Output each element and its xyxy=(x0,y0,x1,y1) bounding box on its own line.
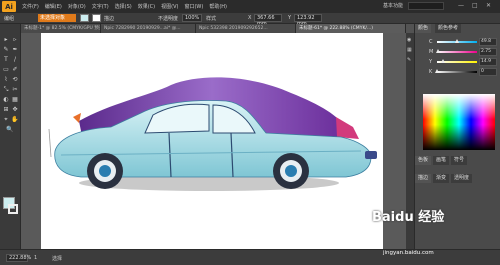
app-logo: Ai xyxy=(2,1,16,12)
opacity-label: 不透明度 xyxy=(158,16,179,22)
selection-type-label: 编组 xyxy=(4,16,15,22)
eyedropper-tool-icon[interactable]: ⌖ xyxy=(2,116,10,124)
canvas-area[interactable] xyxy=(21,33,406,249)
symbol-tool-icon[interactable]: ✥ xyxy=(11,106,19,114)
yellow-value-field[interactable]: 14.9 xyxy=(479,58,497,66)
magic-wand-tool-icon[interactable]: ✎ xyxy=(2,46,10,54)
workspace-switcher[interactable]: 基本功能 xyxy=(383,2,403,9)
type-tool-icon[interactable]: T xyxy=(2,56,10,64)
selection-tool-icon[interactable]: ▸ xyxy=(2,36,10,44)
menu-file[interactable]: 文件(F) xyxy=(22,3,39,10)
rectangle-tool-icon[interactable]: ▭ xyxy=(2,66,10,74)
tab-doc-3[interactable]: Npic 532398 201909292652... xyxy=(196,24,296,33)
rear-bumper xyxy=(365,151,377,159)
tools-panel: ▸ ▹ ✎ ✒ T / ▭ ✐ ⌇ ⟲ ⤡ ✂ ◐ ▦ ⊞ ✥ ⌖ ✋ 🔍 xyxy=(0,24,21,249)
baidu-paw-icon xyxy=(352,205,370,223)
scale-tool-icon[interactable]: ⤡ xyxy=(2,86,10,94)
tab-doc-2[interactable]: Npic 7282990 20190929...ai* @... xyxy=(101,24,196,33)
brush-tool-icon[interactable]: ⌇ xyxy=(2,76,10,84)
document-tabs: 未标题-1* @ 82.5% (CMYK/GPU 预览) Npic 728299… xyxy=(21,24,406,33)
slider-thumb-cyan[interactable] xyxy=(455,39,459,43)
tab-doc-active[interactable]: 未标题-61* @ 222.88% (CMYK/...) xyxy=(296,24,406,33)
color-spectrum[interactable] xyxy=(423,94,495,150)
illustrator-window: Ai 文件(F) 编辑(E) 对象(O) 文字(T) 选择(S) 效果(C) 视… xyxy=(0,0,500,265)
line-tool-icon[interactable]: / xyxy=(11,56,19,64)
direct-selection-tool-icon[interactable]: ▹ xyxy=(11,36,19,44)
car-illustration[interactable] xyxy=(41,33,383,249)
menu-edit[interactable]: 编辑(E) xyxy=(45,3,62,10)
shape-builder-tool-icon[interactable]: ◐ xyxy=(2,96,10,104)
current-tool-name: 选择 xyxy=(52,256,63,262)
y-field[interactable]: 123.92 mm xyxy=(294,14,322,27)
menu-effect[interactable]: 效果(C) xyxy=(138,3,155,10)
menu-view[interactable]: 视图(V) xyxy=(161,3,178,10)
stroke-label: 描边 xyxy=(104,16,115,22)
artboard[interactable] xyxy=(41,33,383,249)
brush-panel-icon[interactable]: ✎ xyxy=(407,57,411,63)
slider-thumb-yellow[interactable] xyxy=(441,59,445,63)
tab-gradient[interactable]: 渐变 xyxy=(433,174,450,183)
x-label: X xyxy=(248,15,252,21)
search-input[interactable] xyxy=(408,2,444,10)
stroke-swatch[interactable] xyxy=(8,204,18,214)
control-bar: 编组 未选择对象 描边 不透明度 100% 样式 X 367.66 mm Y 1… xyxy=(0,13,500,27)
hand-tool-icon[interactable]: ✋ xyxy=(11,116,19,124)
menu-select[interactable]: 选择(S) xyxy=(115,3,132,10)
slider-yellow[interactable]: Y 14.9 xyxy=(417,58,499,67)
tab-symbols[interactable]: 符号 xyxy=(451,156,468,165)
x-field[interactable]: 367.66 mm xyxy=(254,14,282,27)
maximize-button[interactable]: □ xyxy=(472,2,478,9)
watermark-url: jingyan.baidu.com xyxy=(383,250,434,256)
minimize-button[interactable]: — xyxy=(458,2,464,9)
slider-cyan[interactable]: C 49.8 xyxy=(417,38,499,47)
zoom-field[interactable]: 222.88% xyxy=(6,254,31,262)
tab-swatches[interactable]: 色板 xyxy=(415,156,432,165)
slider-track-black[interactable] xyxy=(437,71,477,73)
cyan-value-field[interactable]: 49.8 xyxy=(479,38,497,46)
slider-track-magenta[interactable] xyxy=(437,51,477,53)
pen-tool-icon[interactable]: ✒ xyxy=(11,46,19,54)
y-label: Y xyxy=(288,15,292,21)
tab-transparency[interactable]: 透明度 xyxy=(451,174,473,183)
menu-object[interactable]: 对象(O) xyxy=(68,3,86,10)
color-panel-icon[interactable]: ◉ xyxy=(407,37,411,43)
slider-magenta[interactable]: M 2.75 xyxy=(417,48,499,57)
menu-type[interactable]: 文字(T) xyxy=(92,3,109,10)
tab-color-guide[interactable]: 颜色参考 xyxy=(435,24,462,33)
antenna xyxy=(48,128,52,158)
black-value-field[interactable]: 0 xyxy=(479,68,497,76)
menu-help[interactable]: 帮助(H) xyxy=(209,3,227,10)
page-number[interactable]: 1 xyxy=(34,255,37,261)
close-button[interactable]: ✕ xyxy=(486,2,491,9)
swatch-panel-icon[interactable]: ▦ xyxy=(407,47,412,53)
tab-color[interactable]: 颜色 xyxy=(415,24,432,33)
opacity-field[interactable]: 100% xyxy=(182,14,202,22)
slider-thumb-magenta[interactable] xyxy=(436,49,441,53)
style-label: 样式 xyxy=(206,16,217,22)
rear-rim xyxy=(285,165,297,177)
rear-fin xyxy=(336,117,359,139)
stroke-color-swatch[interactable] xyxy=(92,14,101,22)
slider-black[interactable]: K 0 xyxy=(417,68,499,77)
gradient-tool-icon[interactable]: ▦ xyxy=(11,96,19,104)
tab-stroke[interactable]: 描边 xyxy=(415,174,432,183)
pencil-tool-icon[interactable]: ✐ xyxy=(11,66,19,74)
tab-doc-1[interactable]: 未标题-1* @ 82.5% (CMYK/GPU 预览) xyxy=(21,24,101,33)
front-rim xyxy=(99,165,111,177)
magenta-value-field[interactable]: 2.75 xyxy=(479,48,497,56)
tab-brushes[interactable]: 画笔 xyxy=(433,156,450,165)
mode-dropdown[interactable]: 未选择对象 xyxy=(38,14,76,22)
fill-color-swatch[interactable] xyxy=(80,14,89,22)
menu-window[interactable]: 窗口(W) xyxy=(184,3,203,10)
watermark-brand: Baidu 经验 xyxy=(372,210,445,225)
menu-bar: Ai 文件(F) 编辑(E) 对象(O) 文字(T) 选择(S) 效果(C) 视… xyxy=(0,0,500,13)
rotate-tool-icon[interactable]: ⟲ xyxy=(11,76,19,84)
zoom-tool-icon[interactable]: 🔍 xyxy=(6,126,14,134)
scissors-tool-icon[interactable]: ✂ xyxy=(11,86,19,94)
slider-thumb-black[interactable] xyxy=(435,69,439,73)
mesh-tool-icon[interactable]: ⊞ xyxy=(2,106,10,114)
